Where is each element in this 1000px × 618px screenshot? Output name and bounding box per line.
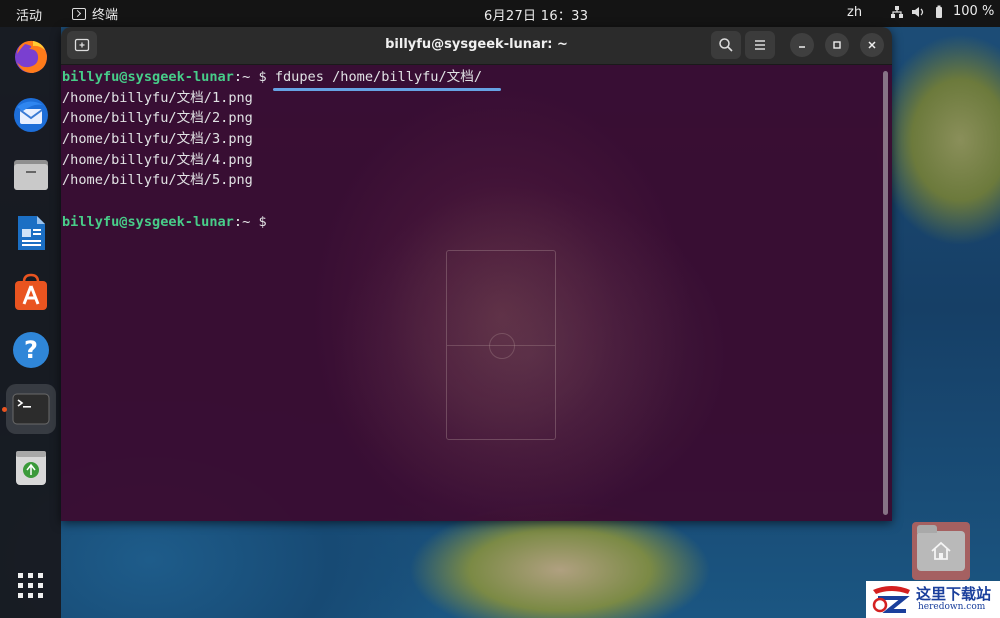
dock-item-show-apps[interactable] [6,561,56,611]
system-tray[interactable]: 100 % [890,4,994,19]
battery-icon [936,5,942,18]
prompt-user: billyfu@sysgeek-lunar [62,213,234,230]
terminal-window[interactable]: billyfu@sysgeek-lunar: ~ billyfu@sysgeek… [61,27,892,521]
command-highlight-underline [273,88,501,91]
close-icon [868,41,876,49]
prompt-user: billyfu@sysgeek-lunar [62,69,234,85]
search-icon [719,38,733,52]
volume-icon [912,6,924,17]
terminal-output-area[interactable]: billyfu@sysgeek-lunar:~ $ fdupes /home/b… [61,65,892,521]
battery-percentage: 100 % [953,4,995,19]
terminal-headerbar[interactable]: billyfu@sysgeek-lunar: ~ [61,27,892,65]
svg-text:?: ? [24,336,38,364]
help-icon: ? [13,332,49,368]
prompt-separator: : [233,69,243,85]
prompt-symbol: $ [258,213,267,230]
scrollbar[interactable] [883,71,888,515]
dock-item-help[interactable]: ? [6,325,56,375]
watermark-subtext: heredown.com [918,602,986,612]
watermark-logo [872,586,910,613]
writer-icon [18,216,45,250]
desktop-home-folder[interactable] [912,522,970,580]
close-button[interactable] [860,33,884,57]
dock-item-terminal[interactable] [6,384,56,434]
prompt-path: ~ [242,213,251,230]
top-bar: 活动 终端 6月27日 16：33 zh 100 % [0,0,1000,27]
search-button[interactable] [711,31,741,59]
menu-button[interactable] [745,31,775,59]
clock[interactable]: 6月27日 16：33 [484,5,588,24]
output-line: /home/billyfu/文档/2.png [62,110,253,127]
home-icon [931,541,951,560]
prompt-separator: : [233,213,243,230]
watermark: 这里下载站 heredown.com [866,581,1000,618]
files-icon [14,160,48,190]
terminal-app-icon [72,7,86,20]
network-icon [891,5,903,18]
prompt-path: ~ [242,69,251,85]
watermark-text: 这里下载站 [916,585,992,603]
terminal-icon [12,393,50,425]
running-indicator [2,407,7,412]
app-center-icon [15,273,47,310]
dock: ? [0,27,61,618]
app-grid-icon [18,573,43,598]
dock-item-firefox[interactable] [6,31,56,81]
command-line: billyfu@sysgeek-lunar:~ $ fdupes /home/b… [62,67,872,88]
background-wallpaper-detail [446,250,556,440]
command-text: fdupes /home/billyfu/文档/ [274,69,483,85]
dock-item-thunderbird[interactable] [6,90,56,140]
app-menu[interactable]: 终端 [72,4,118,23]
minimize-icon [799,46,805,48]
trash-icon [16,451,46,485]
output-line: /home/billyfu/文档/3.png [62,131,253,148]
dock-item-files[interactable] [6,149,56,199]
dock-item-trash[interactable] [6,443,56,493]
hamburger-menu-icon [755,40,765,50]
output-line: /home/billyfu/文档/4.png [62,151,253,168]
dock-item-writer[interactable] [6,208,56,258]
current-prompt-line: billyfu@sysgeek-lunar:~ $ [62,212,872,233]
thunderbird-icon [14,98,48,132]
terminal-text[interactable]: billyfu@sysgeek-lunar:~ $ fdupes /home/b… [62,67,872,233]
activities-button[interactable]: 活动 [16,5,42,24]
app-menu-label: 终端 [92,8,119,23]
firefox-icon [15,40,47,73]
home-folder-icon [917,525,965,571]
prompt-symbol: $ [258,69,267,85]
input-language-indicator[interactable]: zh [847,5,862,20]
dock-item-app-center[interactable] [6,267,56,317]
output-line: /home/billyfu/文档/5.png [62,172,253,189]
maximize-button[interactable] [825,33,849,57]
minimize-button[interactable] [790,33,814,57]
maximize-icon [833,41,841,49]
